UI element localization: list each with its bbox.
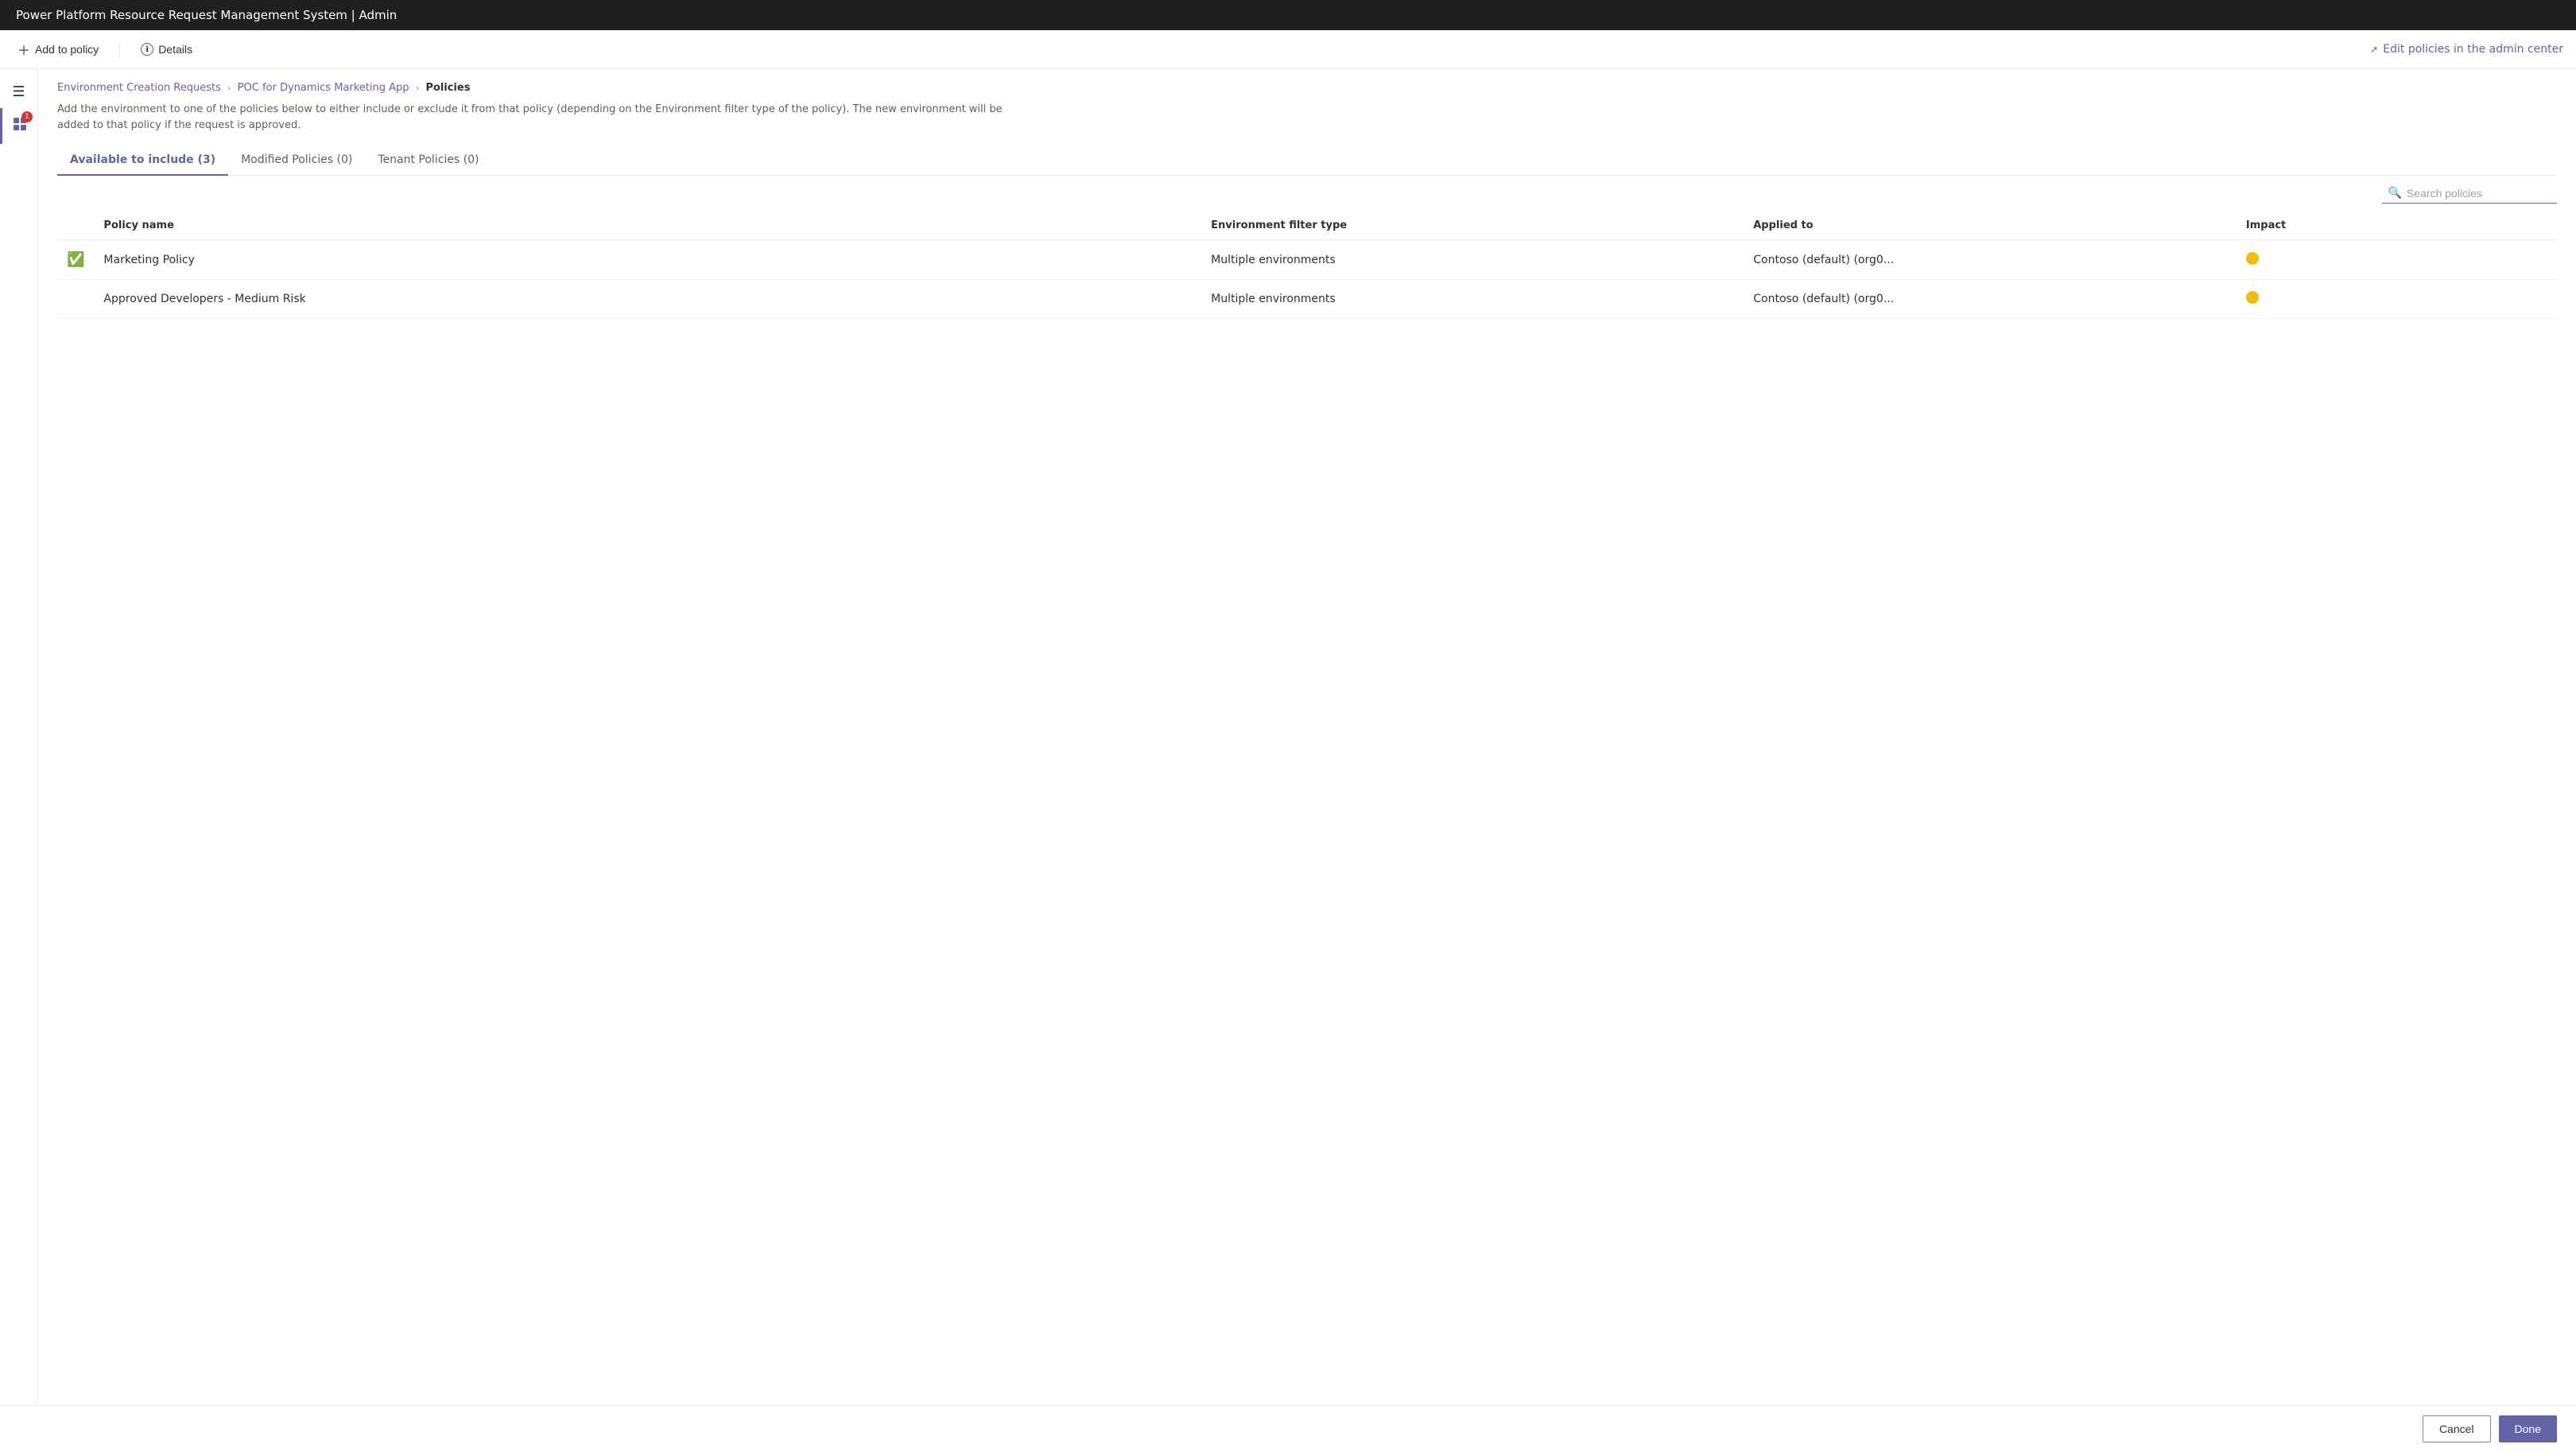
impact-dot-icon: [2246, 291, 2259, 304]
table-body: ✅ Marketing PolicyMultiple environmentsCo…: [57, 240, 2557, 319]
breadcrumb-step3: Policies: [425, 82, 470, 94]
tabs-container: Available to include (3)Modified Policie…: [57, 146, 2557, 176]
search-icon: 🔍: [2388, 187, 2402, 200]
col-header-applied: Applied to: [1744, 212, 2237, 240]
app-title: Power Platform Resource Request Manageme…: [16, 8, 397, 22]
tab-1[interactable]: Modified Policies (0): [228, 146, 365, 176]
col-header-select: [57, 212, 94, 240]
footer: Cancel Done: [0, 1405, 2576, 1452]
tab-0[interactable]: Available to include (3): [57, 146, 228, 176]
table-head: Policy name Environment filter type Appl…: [57, 212, 2557, 240]
table-header-row: 🔍: [57, 176, 2557, 212]
edit-policies-label: Edit policies in the admin center: [2383, 43, 2563, 56]
plus-icon: ＋: [17, 40, 30, 59]
row-filter-type: Multiple environments: [1201, 280, 1744, 319]
notification-badge: 1: [21, 111, 33, 122]
table-row[interactable]: Approved Developers - Medium RiskMultipl…: [57, 280, 2557, 319]
row-impact: [2237, 280, 2557, 319]
col-header-name: Policy name: [94, 212, 1201, 240]
toolbar: ＋ Add to policy ℹ Details ➚ Edit policie…: [0, 30, 2576, 69]
breadcrumb-step2[interactable]: POC for Dynamics Marketing App: [238, 82, 409, 94]
row-select-cell[interactable]: ✅: [57, 240, 94, 280]
impact-dot-icon: [2246, 252, 2259, 265]
breadcrumb-sep2: ›: [416, 83, 420, 94]
search-input[interactable]: [2407, 187, 2551, 200]
row-policy-name: Approved Developers - Medium Risk: [94, 280, 1201, 319]
toolbar-divider: [119, 41, 120, 57]
row-filter-type: Multiple environments: [1201, 240, 1744, 280]
main-content: Environment Creation Requests › POC for …: [38, 69, 2576, 1405]
sidebar-nav-home[interactable]: 1: [0, 108, 37, 144]
done-button[interactable]: Done: [2499, 1415, 2557, 1442]
breadcrumb-sep1: ›: [227, 83, 231, 94]
details-label: Details: [158, 43, 192, 56]
description-text: Add the environment to one of the polici…: [57, 102, 1011, 133]
col-header-impact: Impact: [2237, 212, 2557, 240]
sidebar: ☰ 1: [0, 69, 38, 1405]
breadcrumb-step1[interactable]: Environment Creation Requests: [57, 82, 221, 94]
edit-policies-button[interactable]: ➚ Edit policies in the admin center: [2370, 43, 2563, 56]
search-box: 🔍: [2382, 184, 2557, 204]
table-row[interactable]: ✅ Marketing PolicyMultiple environmentsCo…: [57, 240, 2557, 280]
col-header-filter: Environment filter type: [1201, 212, 1744, 240]
row-applied-to: Contoso (default) (org0...: [1744, 240, 2237, 280]
title-bar: Power Platform Resource Request Manageme…: [0, 0, 2576, 30]
row-select-cell[interactable]: [57, 280, 94, 319]
row-policy-name: Marketing Policy: [94, 240, 1201, 280]
tab-2[interactable]: Tenant Policies (0): [365, 146, 491, 176]
info-icon: ℹ: [141, 43, 153, 56]
app-body: ☰ 1 Environment Creation Requests › POC …: [0, 69, 2576, 1405]
add-to-policy-button[interactable]: ＋ Add to policy: [13, 37, 103, 62]
toolbar-left: ＋ Add to policy ℹ Details: [13, 37, 197, 62]
policy-table: Policy name Environment filter type Appl…: [57, 212, 2557, 319]
table-header-row-el: Policy name Environment filter type Appl…: [57, 212, 2557, 240]
breadcrumb: Environment Creation Requests › POC for …: [57, 82, 2557, 94]
row-impact: [2237, 240, 2557, 280]
cancel-button[interactable]: Cancel: [2423, 1415, 2491, 1442]
hamburger-menu-icon[interactable]: ☰: [4, 76, 33, 108]
selected-checkmark-icon: ✅: [67, 251, 84, 268]
details-button[interactable]: ℹ Details: [136, 40, 197, 59]
add-to-policy-label: Add to policy: [35, 43, 99, 56]
row-applied-to: Contoso (default) (org0...: [1744, 280, 2237, 319]
external-link-icon: ➚: [2370, 44, 2378, 55]
